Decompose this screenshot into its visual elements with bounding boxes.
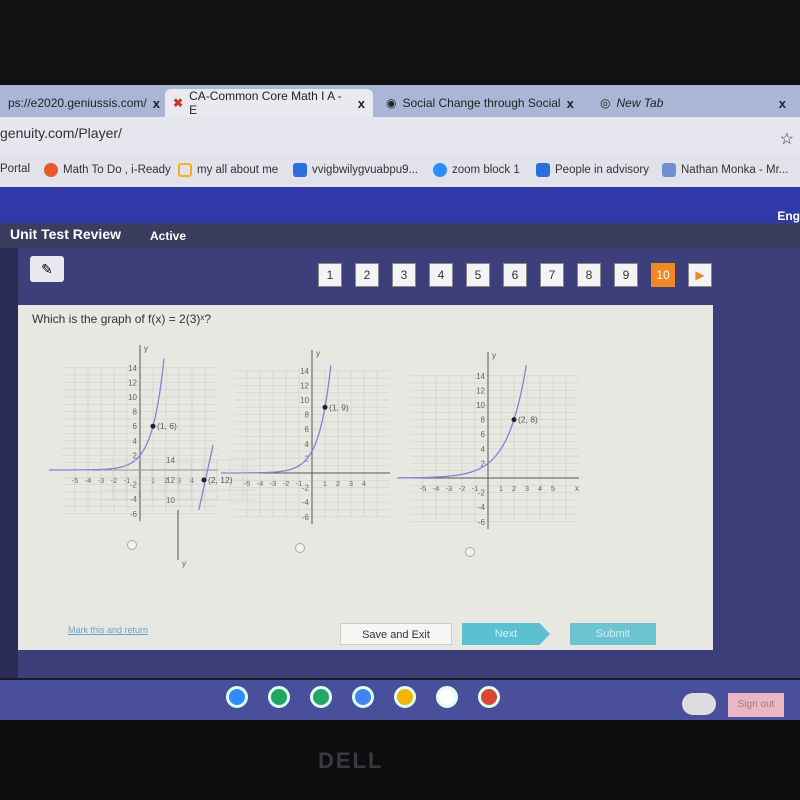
y-tick-label: -2	[478, 489, 486, 498]
y-tick-label: 14	[300, 367, 309, 376]
labeled-point	[201, 477, 207, 483]
x-tick-label: 1	[323, 479, 327, 488]
labeled-point	[150, 423, 156, 429]
option-2-radio[interactable]	[295, 543, 305, 553]
y-tick-label: 12	[476, 386, 485, 395]
x-tick-label: -1	[296, 479, 303, 488]
y-tick-label: -6	[478, 518, 486, 527]
point-label: (1, 9)	[329, 402, 349, 412]
sign-out-button[interactable]: Sign out	[728, 693, 784, 717]
x-tick-label: 1	[151, 476, 155, 485]
y-tick-label: -4	[130, 495, 138, 504]
x-tick-label: 5	[551, 484, 555, 493]
docs-app-icon[interactable]	[352, 686, 374, 708]
save-and-exit-button[interactable]: Save and Exit	[340, 623, 452, 645]
y-tick-label: 14	[166, 456, 175, 465]
y-tick-label: 6	[133, 422, 138, 431]
y-tick-label: 14	[476, 372, 485, 381]
x-tick-label: -2	[111, 476, 118, 485]
function-curve	[221, 365, 332, 474]
y-tick-label: 10	[476, 401, 485, 410]
y-tick-label: -6	[302, 513, 310, 522]
x-tick-label: 2	[512, 484, 516, 493]
y-tick-label: 4	[133, 437, 138, 446]
x-tick-label: 3	[349, 479, 353, 488]
point-label: (2, 12)	[208, 475, 233, 485]
y-tick-label: -2	[130, 481, 138, 490]
x-tick-label: 3	[525, 484, 529, 493]
mark-and-return-link[interactable]: Mark this and return	[68, 625, 148, 635]
meet-app-icon[interactable]	[268, 686, 290, 708]
x-tick-label: -3	[270, 479, 277, 488]
y-tick-label: 12	[128, 378, 137, 387]
y-tick-label: 6	[481, 430, 486, 439]
option-3-radio[interactable]	[465, 547, 475, 557]
next-button[interactable]: Next	[462, 623, 550, 645]
x-tick-label: -4	[257, 479, 264, 488]
y-tick-label: 4	[305, 440, 310, 449]
x-tick-label: 4	[538, 484, 542, 493]
y-tick-label: -2	[302, 484, 310, 493]
y-tick-label: 8	[305, 411, 310, 420]
point-label: (1, 6)	[157, 421, 177, 431]
x-tick-label: 3	[177, 476, 181, 485]
x-tick-label: 2	[336, 479, 340, 488]
x-tick-label: -5	[244, 479, 251, 488]
x-tick-label: -4	[85, 476, 92, 485]
y-tick-label: 8	[133, 408, 138, 417]
y-axis-label: y	[144, 344, 148, 353]
y-tick-label: -6	[130, 510, 138, 519]
x-tick-label: -3	[98, 476, 105, 485]
y-axis-label: y	[316, 349, 320, 358]
y-tick-label: 8	[481, 416, 486, 425]
drive-app-icon[interactable]	[436, 686, 458, 708]
y-tick-label: 10	[300, 396, 309, 405]
submit-button[interactable]: Submit	[570, 623, 656, 645]
slides-app-icon[interactable]	[394, 686, 416, 708]
point-label: (2, 8)	[518, 415, 538, 425]
x-tick-label: -5	[72, 476, 79, 485]
chrome-app-icon[interactable]	[478, 686, 500, 708]
x-tick-label: -2	[283, 479, 290, 488]
x-tick-label: 4	[362, 479, 366, 488]
x-axis-label: x	[575, 484, 579, 493]
labeled-point	[322, 404, 328, 410]
y-tick-label: 14	[128, 364, 137, 373]
function-curve	[397, 365, 527, 479]
x-tick-label: -3	[446, 484, 453, 493]
y-axis-label: y	[182, 559, 186, 568]
y-tick-label: 6	[305, 425, 310, 434]
x-tick-label: -1	[472, 484, 479, 493]
x-tick-label: -2	[459, 484, 466, 493]
option-3-graph[interactable]: y1412108642-2-4-6-5 -4 -3 -2 -1 1 2 3 4 5 x(2, 8)	[397, 351, 579, 530]
option-2-graph[interactable]: y1412108642-2-4-6-5 -4 -3 -2 -1 1 2 3 4(1, 9)	[221, 349, 390, 525]
x-tick-label: -5	[420, 484, 427, 493]
status-tray-icon[interactable]	[682, 693, 716, 715]
y-tick-label: 12	[300, 381, 309, 390]
y-tick-label: 10	[166, 496, 175, 505]
x-tick-label: -1	[124, 476, 131, 485]
y-tick-label: 4	[481, 445, 486, 454]
x-tick-label: 4	[190, 476, 194, 485]
y-tick-label: -4	[478, 503, 486, 512]
laptop-bezel	[0, 720, 800, 800]
y-tick-label: 12	[166, 476, 175, 485]
option-1-radio[interactable]	[127, 540, 137, 550]
y-axis-label: y	[492, 351, 496, 360]
x-tick-label: 1	[499, 484, 503, 493]
classroom-app-icon[interactable]	[310, 686, 332, 708]
zoom-app-icon[interactable]	[226, 686, 248, 708]
y-tick-label: 10	[128, 393, 137, 402]
labeled-point	[511, 417, 517, 423]
option-1-graph[interactable]: y1412108642-2-4-6-5 -4 -3 -2 -1 1 2 3 4(1, 6)	[49, 344, 218, 522]
x-tick-label: -4	[433, 484, 440, 493]
dell-logo: DELL	[318, 748, 384, 773]
y-tick-label: -4	[302, 498, 310, 507]
